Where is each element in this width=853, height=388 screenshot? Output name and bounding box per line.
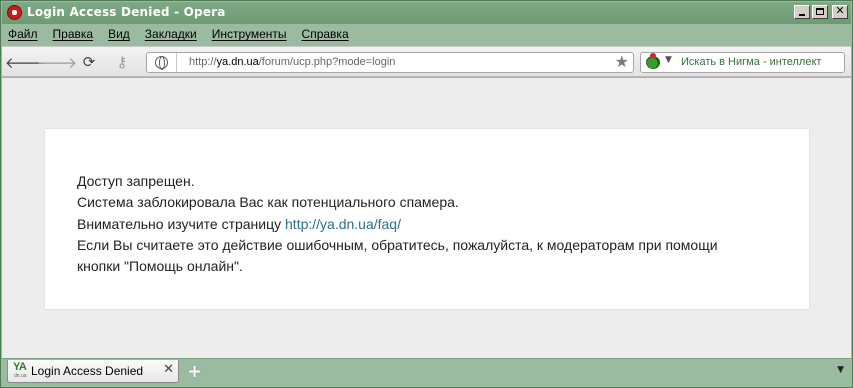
url-path: /forum/ucp.php?mode=login — [258, 56, 396, 68]
menu-bar: Файл Правка Вид Закладки Инструменты Спр… — [2, 24, 851, 44]
favicon-text: YA — [13, 361, 27, 373]
navigation-toolbar: 🡐 🡒 ⟳ ⚷ http://ya.dn.ua/forum/ucp.php?mo… — [2, 46, 851, 77]
address-bar[interactable]: http://ya.dn.ua/forum/ucp.php?mode=login… — [146, 52, 634, 73]
new-tab-icon[interactable]: + — [187, 361, 202, 382]
address-url[interactable]: http://ya.dn.ua/forum/ucp.php?mode=login — [189, 56, 395, 68]
chevron-down-icon[interactable]: ▼ — [665, 55, 672, 65]
tab-close-icon[interactable]: ✕ — [163, 362, 174, 377]
search-engine-icon[interactable] — [646, 53, 660, 69]
minimize-icon — [799, 14, 805, 16]
message-line-reason: Система заблокировала Вас как потенциаль… — [77, 194, 459, 211]
favicon-subtext: dn.ua — [14, 373, 27, 379]
message-line-contact: Если Вы считаете это действие ошибочным,… — [77, 236, 718, 253]
reload-icon: ⟳ — [82, 53, 96, 71]
access-denied-message: Доступ запрещен. Система заблокировала В… — [77, 171, 718, 277]
faq-text: Внимательно изучите страницу — [77, 215, 286, 232]
back-button[interactable]: 🡐 — [5, 53, 45, 72]
message-panel: Доступ запрещен. Система заблокировала В… — [45, 129, 809, 309]
search-box[interactable]: ▼ Искать в Нигма - интеллект — [640, 52, 845, 73]
url-prefix: http:// — [189, 56, 217, 68]
site-favicon: YA dn.ua — [12, 362, 30, 380]
forward-arrow-icon: 🡒 — [36, 53, 78, 72]
message-line-faq: Внимательно изучите страницу http://ya.d… — [77, 214, 718, 235]
search-input[interactable]: Искать в Нигма - интеллект — [681, 56, 821, 68]
site-info-button[interactable] — [147, 53, 177, 72]
key-icon: ⚷ — [116, 53, 128, 71]
tab-menu-chevron-icon[interactable]: ▼ — [837, 365, 844, 375]
title-bar[interactable]: Login Access Denied - Opera ✕ — [2, 2, 851, 24]
maximize-button[interactable] — [812, 5, 828, 19]
menu-tools[interactable]: Инструменты — [212, 27, 287, 41]
faq-link[interactable]: http://ya.dn.ua/faq/ — [285, 216, 401, 232]
maximize-icon — [816, 8, 824, 15]
bookmark-star-icon[interactable]: ★ — [615, 52, 629, 71]
window-controls: ✕ — [794, 4, 848, 19]
message-line-help: кнопки "Помощь онлайн". — [77, 258, 243, 275]
close-button[interactable]: ✕ — [832, 4, 848, 19]
tab-bar: YA dn.ua Login Access Denied ✕ + ▼ — [2, 358, 851, 387]
browser-window: Login Access Denied - Opera ✕ Файл Правк… — [0, 0, 853, 388]
message-line-title: Доступ запрещен. — [77, 173, 195, 189]
url-host: ya.dn.ua — [216, 56, 259, 68]
menu-edit[interactable]: Правка — [53, 27, 94, 41]
tab-login-access-denied[interactable]: YA dn.ua Login Access Denied ✕ — [7, 360, 179, 383]
tab-title: Login Access Denied — [31, 364, 144, 378]
menu-bookmarks[interactable]: Закладки — [145, 27, 197, 41]
menu-file[interactable]: Файл — [8, 27, 38, 41]
close-icon: ✕ — [835, 4, 845, 17]
minimize-button[interactable] — [794, 5, 810, 19]
menu-view[interactable]: Вид — [108, 27, 130, 41]
forward-button[interactable]: 🡒 — [37, 53, 77, 72]
wand-button[interactable]: ⚷ — [110, 53, 134, 71]
reload-button[interactable]: ⟳ — [79, 53, 99, 71]
menu-help[interactable]: Справка — [302, 27, 349, 41]
globe-icon — [155, 56, 168, 70]
opera-logo-icon[interactable] — [7, 5, 22, 20]
window-title: Login Access Denied - Opera — [27, 5, 226, 19]
page-viewport: Доступ запрещен. Система заблокировала В… — [2, 78, 851, 358]
